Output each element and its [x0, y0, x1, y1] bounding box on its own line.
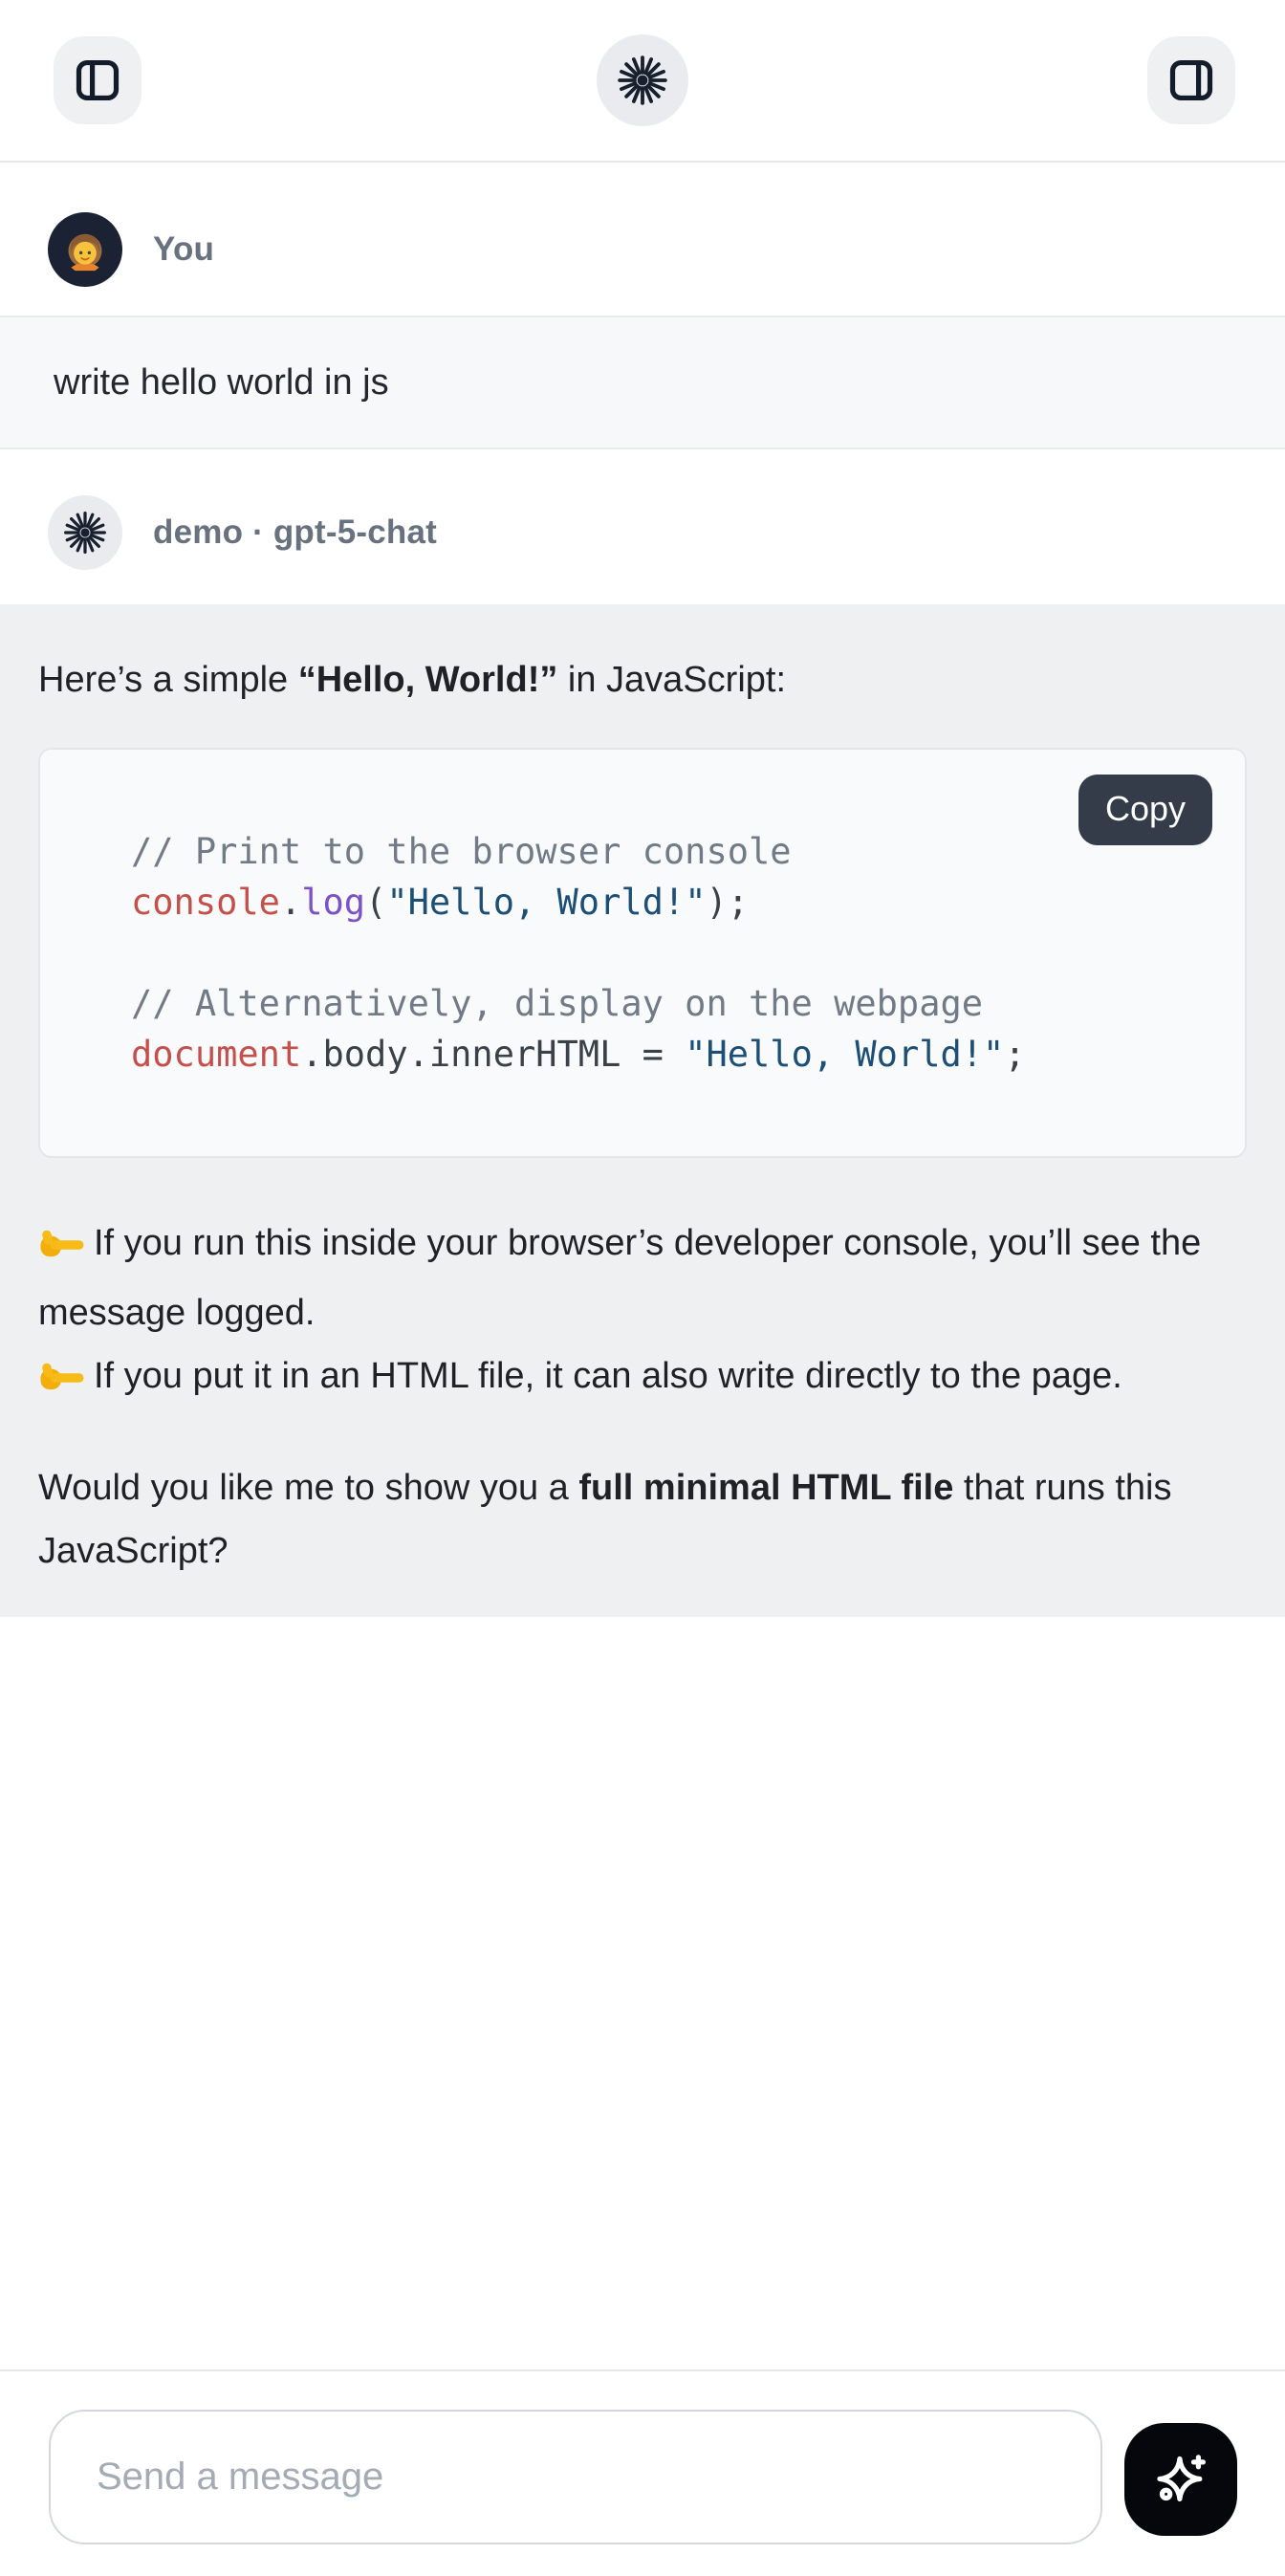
code-token: (: [365, 882, 386, 923]
pointing-right-emoji: [38, 1218, 86, 1281]
person-emoji-icon: [61, 226, 109, 273]
code-token: document: [131, 1034, 301, 1075]
sparkle-icon: [1149, 2448, 1212, 2511]
code-token: console: [131, 882, 280, 923]
assistant-message: Here’s a simple “Hello, World!” in JavaS…: [0, 604, 1285, 1617]
user-message: write hello world in js: [0, 316, 1285, 449]
user-avatar: [48, 212, 122, 287]
code-token: .: [280, 882, 301, 923]
composer: [0, 2369, 1285, 2576]
code-token: );: [706, 882, 749, 923]
assistant-avatar: [48, 495, 122, 570]
code-token: "Hello, World!": [386, 882, 706, 923]
send-button[interactable]: [1124, 2423, 1237, 2536]
closing-pre: Would you like me to show you a: [38, 1468, 578, 1508]
code-content: // Print to the browser console console.…: [131, 826, 1207, 1080]
assistant-label: demo · gpt-5-chat: [153, 513, 437, 552]
code-block: Copy // Print to the browser console con…: [38, 748, 1247, 1158]
assistant-turn-header: demo · gpt-5-chat: [0, 495, 1285, 570]
tip-line: If you put it in an HTML file, it can al…: [38, 1344, 1247, 1414]
panel-right-toggle-button[interactable]: [1147, 36, 1235, 124]
tip-line: If you run this inside your browser’s de…: [38, 1212, 1247, 1344]
assistant-intro-paragraph: Here’s a simple “Hello, World!” in JavaS…: [38, 648, 1247, 711]
user-label: You: [153, 230, 214, 269]
panel-right-icon: [1166, 55, 1216, 105]
user-turn-header: You: [0, 212, 1285, 287]
pointing-right-emoji: [38, 1351, 86, 1414]
code-token: .body.innerHTML: [301, 1034, 621, 1075]
intro-pre: Here’s a simple: [38, 660, 298, 700]
tip-text: If you put it in an HTML file, it can al…: [94, 1356, 1122, 1396]
panel-left-icon: [73, 55, 122, 105]
assistant-closing-paragraph: Would you like me to show you a full min…: [38, 1456, 1247, 1583]
sidebar-toggle-button[interactable]: [54, 36, 142, 124]
tip-text: If you run this inside your browser’s de…: [38, 1223, 1201, 1333]
user-message-text: write hello world in js: [54, 362, 389, 404]
code-token: log: [301, 882, 365, 923]
code-comment-line: // Print to the browser console: [131, 831, 792, 872]
intro-bold: “Hello, World!”: [298, 660, 558, 700]
code-token: ;: [1004, 1034, 1025, 1075]
code-token: =: [621, 1034, 685, 1075]
code-token: "Hello, World!": [685, 1034, 1004, 1075]
copy-button[interactable]: Copy: [1078, 775, 1212, 845]
message-input[interactable]: [49, 2410, 1102, 2544]
code-comment-line: // Alternatively, display on the webpage: [131, 983, 983, 1024]
starburst-model-icon: [617, 55, 668, 106]
intro-post: in JavaScript:: [557, 660, 786, 700]
top-bar: [0, 0, 1285, 163]
assistant-tips-paragraph: If you run this inside your browser’s de…: [38, 1212, 1247, 1414]
closing-bold: full minimal HTML file: [578, 1468, 953, 1508]
model-spinner-button[interactable]: [597, 34, 688, 126]
starburst-model-icon: [63, 511, 107, 555]
chat-scroll-area[interactable]: You write hello world in js demo · gpt-: [0, 212, 1285, 1617]
